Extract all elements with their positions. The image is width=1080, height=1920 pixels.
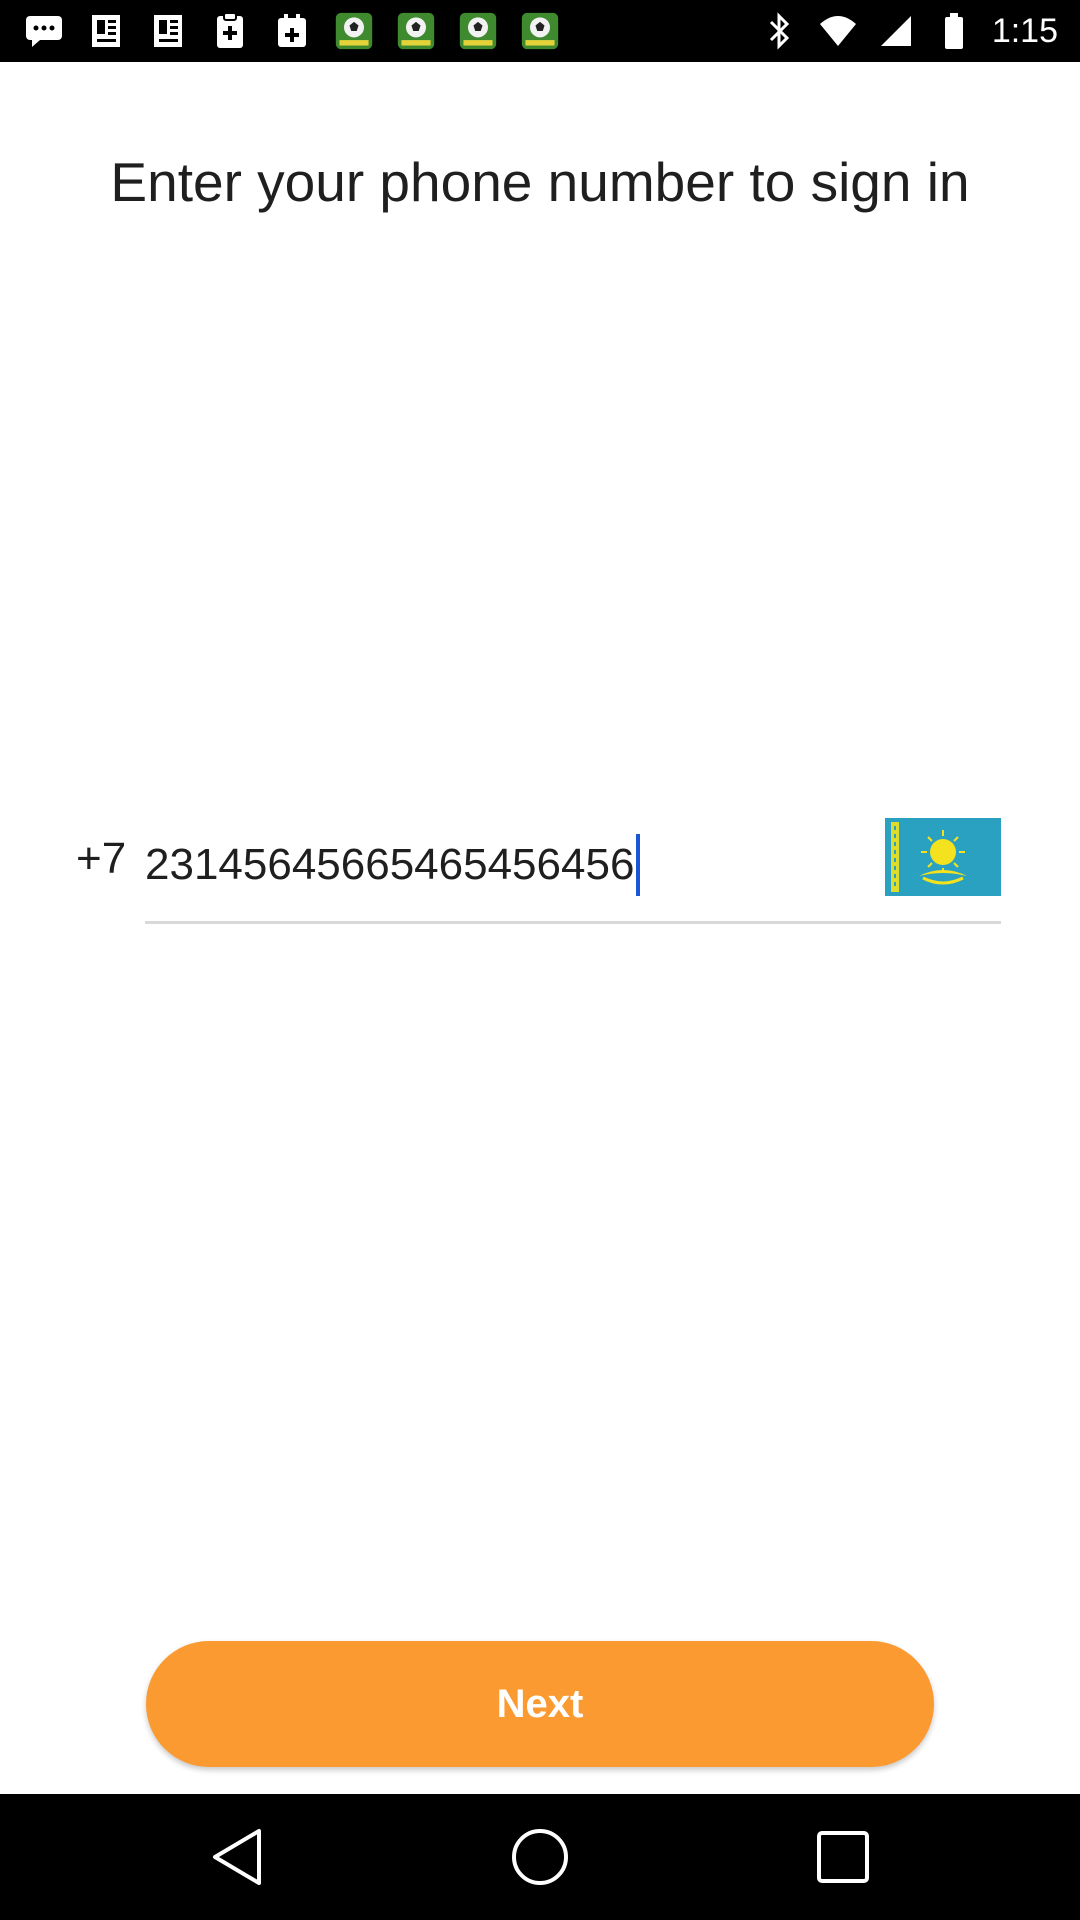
battery-icon xyxy=(934,11,974,51)
page-title: Enter your phone number to sign in xyxy=(110,151,970,213)
soccer-app-icon xyxy=(334,11,374,51)
status-bar: 1:15 xyxy=(0,0,1080,62)
kazakhstan-flag-icon[interactable] xyxy=(885,818,1001,896)
phone-number-input[interactable]: 2314564566546545645​6 xyxy=(145,820,1001,924)
soccer-app-icon xyxy=(458,11,498,51)
news-icon xyxy=(86,11,126,51)
clock: 1:15 xyxy=(991,11,1058,50)
phone-number-text: 2314564566546545645​6 xyxy=(145,840,635,889)
system-status-icons: 1:15 xyxy=(760,8,1058,54)
signal-icon xyxy=(876,11,916,51)
recents-icon[interactable] xyxy=(810,1824,876,1890)
bluetooth-icon xyxy=(760,11,800,51)
soccer-app-icon xyxy=(396,11,436,51)
clipboard-icon xyxy=(210,11,250,51)
phone-number-value[interactable]: 2314564566546545645​6 xyxy=(145,834,641,896)
home-icon[interactable] xyxy=(507,1824,573,1890)
navigation-bar xyxy=(0,1794,1080,1920)
message-icon xyxy=(24,11,64,51)
soccer-app-icon xyxy=(520,11,560,51)
calendar-icon xyxy=(272,11,312,51)
next-button[interactable]: Next xyxy=(146,1641,934,1767)
news-icon xyxy=(148,11,188,51)
back-icon[interactable] xyxy=(204,1824,270,1890)
wifi-icon xyxy=(818,11,858,51)
country-code[interactable]: +7 xyxy=(76,834,126,884)
notification-icons xyxy=(24,10,560,52)
text-cursor xyxy=(636,834,641,896)
